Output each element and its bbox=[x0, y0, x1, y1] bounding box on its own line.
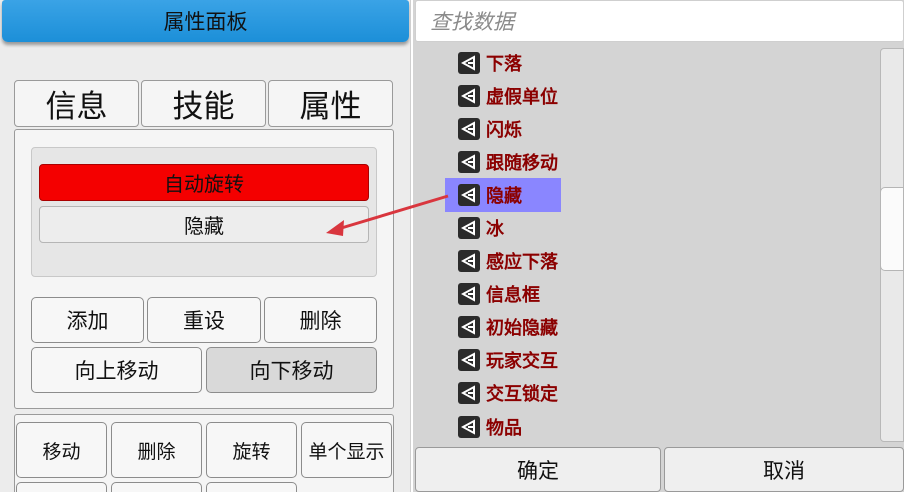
unity-icon bbox=[458, 283, 480, 305]
search-box bbox=[415, 0, 904, 42]
unity-icon bbox=[458, 349, 480, 371]
panel-title: 属性面板 bbox=[2, 0, 409, 42]
data-picker-panel: 下落 虚假单位 闪烁 跟随移动 隐藏 冰 bbox=[413, 0, 904, 492]
data-list: 下落 虚假单位 闪烁 跟随移动 隐藏 冰 感应下落 信息框 初始隐藏 玩家交互 … bbox=[413, 44, 879, 444]
delete-button[interactable]: 删除 bbox=[264, 297, 377, 343]
rotate-button[interactable]: 旋转 bbox=[206, 422, 297, 478]
list-item-label: 跟随移动 bbox=[486, 153, 558, 174]
scrollbar-thumb[interactable] bbox=[880, 187, 904, 271]
list-item-label: 交互锁定 bbox=[486, 384, 558, 405]
unity-icon bbox=[458, 118, 480, 140]
list-item-label: 初始隐藏 bbox=[486, 318, 558, 339]
attribute-item-auto-rotate[interactable]: 自动旋转 bbox=[39, 164, 369, 201]
unity-icon bbox=[458, 416, 480, 438]
attribute-item-hide[interactable]: 隐藏 bbox=[39, 206, 369, 243]
list-item[interactable]: 闪烁 bbox=[455, 114, 522, 144]
toolbar-button[interactable] bbox=[16, 482, 107, 492]
attribute-panel: 属性面板 信息 技能 属性 自动旋转 隐藏 添加 重设 删除 向上移动 向下移动… bbox=[0, 0, 411, 492]
toolbar-button[interactable] bbox=[206, 482, 297, 492]
list-item[interactable]: 冰 bbox=[455, 213, 504, 243]
unity-icon bbox=[458, 316, 480, 338]
move-up-button[interactable]: 向上移动 bbox=[31, 347, 202, 393]
list-item-label: 冰 bbox=[486, 219, 504, 240]
list-item-label: 隐藏 bbox=[486, 186, 522, 207]
list-item[interactable]: 下落 bbox=[455, 48, 522, 78]
list-item-selected[interactable]: 隐藏 bbox=[445, 178, 561, 212]
delete-object-button[interactable]: 删除 bbox=[111, 422, 202, 478]
list-item-label: 玩家交互 bbox=[486, 351, 558, 372]
unity-icon bbox=[458, 382, 480, 404]
cancel-button[interactable]: 取消 bbox=[664, 447, 904, 492]
list-item-label: 信息框 bbox=[486, 285, 540, 306]
list-item[interactable]: 初始隐藏 bbox=[455, 312, 558, 342]
list-item-label: 下落 bbox=[486, 54, 522, 75]
list-item-label: 闪烁 bbox=[486, 120, 522, 141]
toolbar-button[interactable] bbox=[111, 482, 202, 492]
unity-icon bbox=[458, 151, 480, 173]
unity-icon bbox=[458, 85, 480, 107]
list-item[interactable]: 物品 bbox=[455, 412, 522, 442]
list-item[interactable]: 跟随移动 bbox=[455, 147, 558, 177]
single-display-button[interactable]: 单个显示 bbox=[301, 422, 392, 478]
reset-button[interactable]: 重设 bbox=[147, 297, 261, 343]
confirm-button[interactable]: 确定 bbox=[415, 447, 661, 492]
tab-info[interactable]: 信息 bbox=[14, 80, 139, 127]
search-input[interactable] bbox=[430, 7, 890, 37]
tab-skill[interactable]: 技能 bbox=[141, 80, 266, 127]
unity-icon bbox=[458, 250, 480, 272]
list-item[interactable]: 信息框 bbox=[455, 279, 540, 309]
unity-icon bbox=[458, 184, 480, 206]
list-item-label: 物品 bbox=[486, 418, 522, 439]
list-item-label: 感应下落 bbox=[486, 252, 558, 273]
list-item[interactable]: 玩家交互 bbox=[455, 345, 558, 375]
tab-attribute[interactable]: 属性 bbox=[268, 80, 393, 127]
app-root: 属性面板 信息 技能 属性 自动旋转 隐藏 添加 重设 删除 向上移动 向下移动… bbox=[0, 0, 904, 492]
unity-icon bbox=[458, 52, 480, 74]
list-item-label: 虚假单位 bbox=[486, 87, 558, 108]
list-item[interactable]: 虚假单位 bbox=[455, 81, 558, 111]
unity-icon bbox=[458, 217, 480, 239]
list-item[interactable]: 交互锁定 bbox=[455, 378, 558, 408]
move-down-button[interactable]: 向下移动 bbox=[206, 347, 377, 393]
move-button[interactable]: 移动 bbox=[16, 422, 107, 478]
add-button[interactable]: 添加 bbox=[31, 297, 144, 343]
list-item[interactable]: 感应下落 bbox=[455, 246, 558, 276]
